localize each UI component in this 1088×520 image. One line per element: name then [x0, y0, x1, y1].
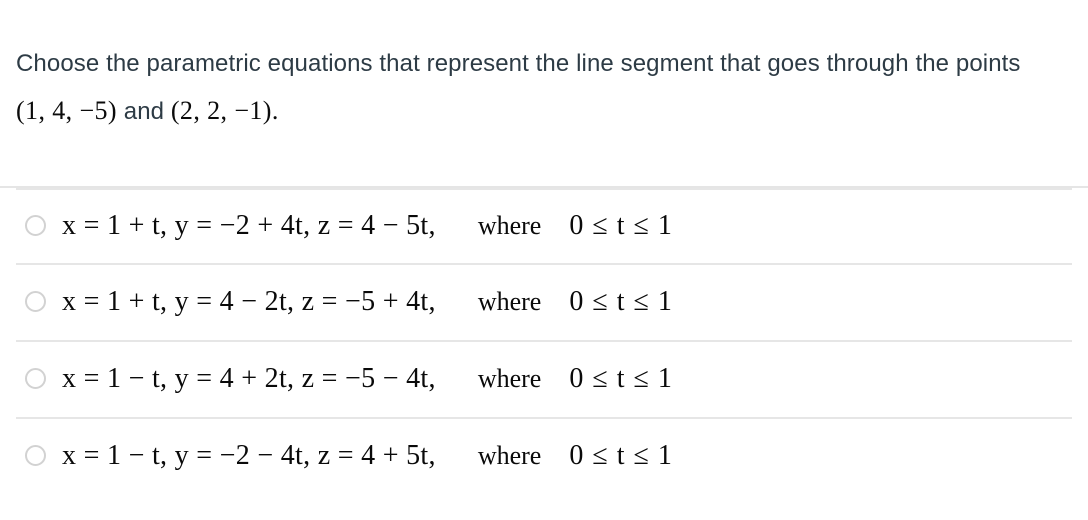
answer-option-4-content: x = 1 − t, y = −2 − 4t, z = 4 + 5t, wher… — [62, 440, 673, 472]
answer-option-2-condition: 0 ≤ t ≤ 1 — [569, 285, 673, 317]
answer-option-3-condition: 0 ≤ t ≤ 1 — [569, 362, 673, 394]
question-period: . — [271, 96, 279, 125]
point-b: (2, 2, −1) — [170, 96, 272, 125]
radio-button-option-1[interactable] — [25, 215, 46, 236]
answer-option-4-where-label: where — [477, 440, 542, 470]
question-prompt: Choose the parametric equations that rep… — [16, 40, 1076, 135]
question-line-1: Choose the parametric equations that rep… — [16, 50, 820, 77]
answer-option-1-content: x = 1 + t, y = −2 + 4t, z = 4 − 5t, wher… — [62, 210, 673, 242]
answer-option-4-equations: x = 1 − t, y = −2 − 4t, z = 4 + 5t, — [62, 439, 436, 471]
answer-options-list: x = 1 + t, y = −2 + 4t, z = 4 − 5t, wher… — [0, 186, 1088, 494]
point-a: (1, 4, −5) — [16, 96, 117, 125]
radio-button-option-3[interactable] — [25, 368, 46, 389]
answer-option-4[interactable]: x = 1 − t, y = −2 − 4t, z = 4 + 5t, wher… — [0, 417, 1088, 494]
answer-option-2[interactable]: x = 1 + t, y = 4 − 2t, z = −5 + 4t, wher… — [0, 263, 1088, 340]
answer-option-4-condition: 0 ≤ t ≤ 1 — [569, 439, 673, 471]
answer-option-1-condition: 0 ≤ t ≤ 1 — [569, 209, 673, 241]
answer-option-1-where-label: where — [477, 210, 542, 240]
answer-option-3-where-label: where — [477, 363, 542, 393]
answer-option-3-equations: x = 1 − t, y = 4 + 2t, z = −5 − 4t, — [62, 362, 436, 394]
quiz-question-page: Choose the parametric equations that rep… — [0, 0, 1088, 520]
radio-button-option-4[interactable] — [25, 445, 46, 466]
answer-option-2-where-label: where — [477, 286, 542, 316]
answer-option-3[interactable]: x = 1 − t, y = 4 + 2t, z = −5 − 4t, wher… — [0, 340, 1088, 417]
answer-option-1-equations: x = 1 + t, y = −2 + 4t, z = 4 − 5t, — [62, 209, 436, 241]
answer-option-3-content: x = 1 − t, y = 4 + 2t, z = −5 − 4t, wher… — [62, 363, 673, 395]
question-line-2-lead: through the points — [826, 50, 1021, 77]
answer-option-1[interactable]: x = 1 + t, y = −2 + 4t, z = 4 − 5t, wher… — [0, 186, 1088, 263]
radio-button-option-2[interactable] — [25, 291, 46, 312]
answer-option-2-content: x = 1 + t, y = 4 − 2t, z = −5 + 4t, wher… — [62, 286, 673, 318]
answer-option-2-equations: x = 1 + t, y = 4 − 2t, z = −5 + 4t, — [62, 285, 436, 317]
question-conjunction: and — [116, 98, 171, 125]
